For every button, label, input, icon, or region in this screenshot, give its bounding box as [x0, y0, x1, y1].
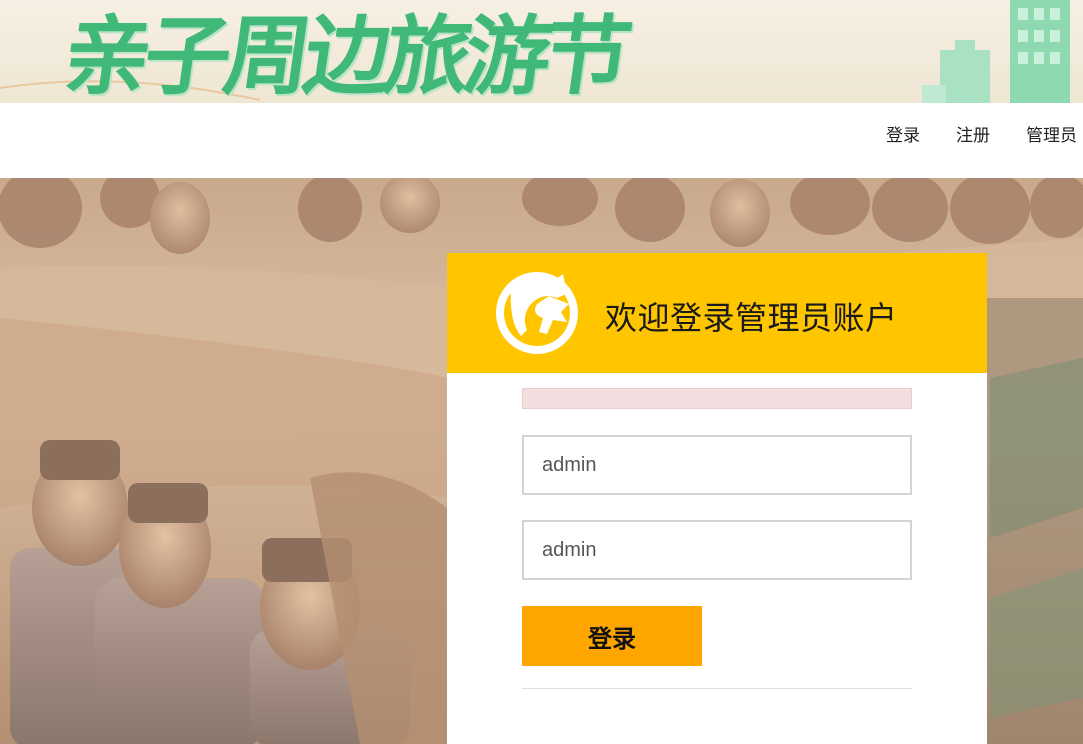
nav-links: 登录 注册 管理员	[886, 121, 1077, 146]
nav-link-register[interactable]: 注册	[956, 121, 990, 146]
login-submit-button[interactable]: 登录	[522, 606, 702, 666]
navigation-bar: 登录 注册 管理员	[0, 103, 1083, 178]
top-banner: 亲子周边旅游节	[0, 0, 1083, 103]
nav-link-login[interactable]: 登录	[886, 121, 920, 146]
username-input[interactable]	[522, 435, 912, 495]
login-panel-header: 欢迎登录管理员账户	[447, 253, 987, 373]
nav-link-admin[interactable]: 管理员	[1026, 121, 1077, 146]
panel-divider	[522, 688, 912, 689]
banner-title: 亲子周边旅游节	[57, 7, 632, 103]
error-message-box	[522, 388, 912, 409]
horse-head-logo-icon	[496, 272, 578, 354]
login-panel-title: 欢迎登录管理员账户	[605, 299, 898, 337]
login-panel: 欢迎登录管理员账户 登录	[447, 253, 987, 744]
password-input[interactable]	[522, 520, 912, 580]
